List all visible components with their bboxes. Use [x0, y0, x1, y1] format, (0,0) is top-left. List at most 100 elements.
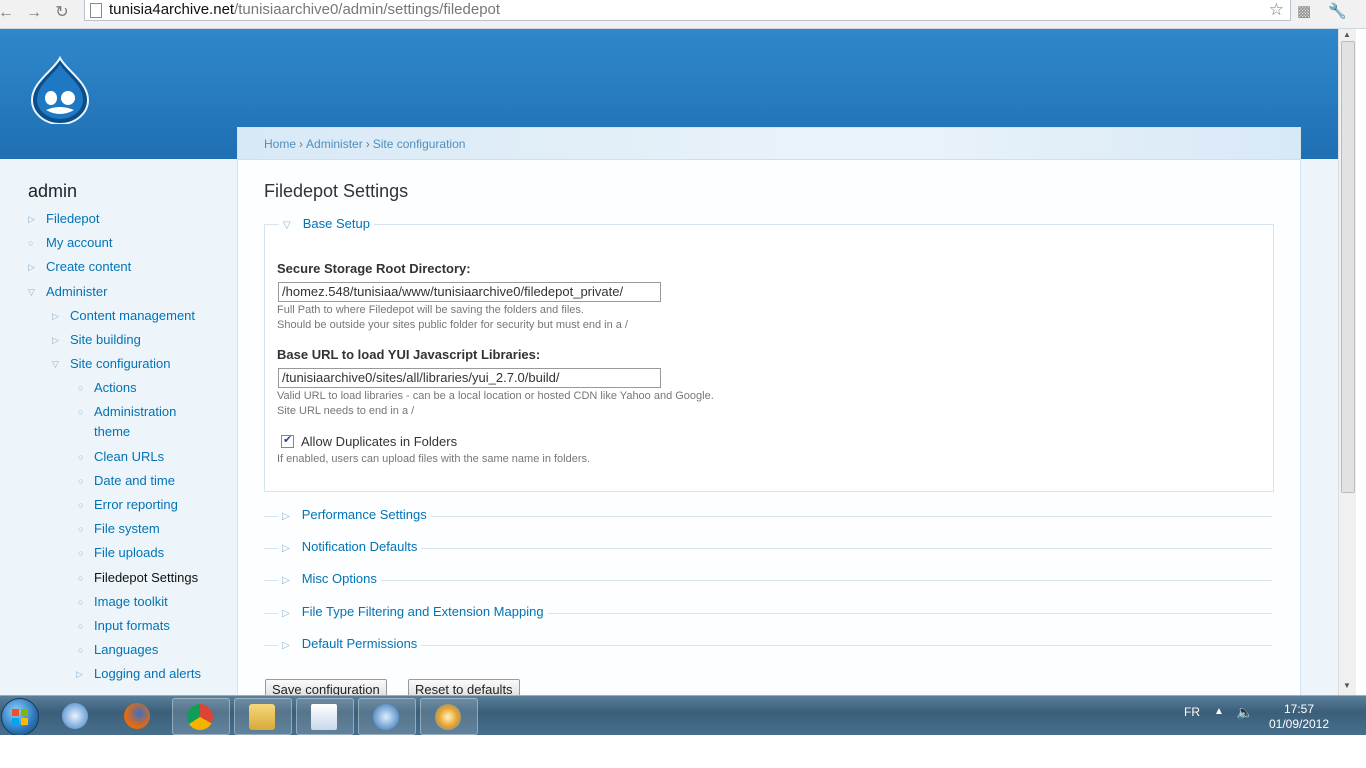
bookmark-star-icon[interactable]: ☆ — [1269, 0, 1284, 20]
leaf-bullet-icon: ○ — [78, 452, 84, 462]
sidebar-item-clean-urls[interactable]: ○ Clean URLs — [76, 447, 164, 467]
start-button[interactable] — [1, 698, 39, 736]
expanded-arrow-icon: ▽ — [283, 220, 291, 231]
sidebar-item-file-system[interactable]: ○ File system — [76, 519, 160, 539]
sidebar-item-administer[interactable]: ▽ Administer — [28, 282, 107, 302]
yui-url-input[interactable]: /tunisiaarchive0/sites/all/libraries/yui… — [278, 368, 661, 388]
clock-date: 01/09/2012 — [1268, 717, 1330, 731]
back-icon[interactable]: ← — [0, 2, 16, 24]
breadcrumb: Home › Administer › Site configuration — [264, 137, 465, 151]
taskbar-document-app[interactable] — [296, 698, 354, 735]
scroll-up-arrow-icon[interactable]: ▲ — [1343, 30, 1351, 39]
page-stats-icon[interactable]: ▩ — [1297, 2, 1311, 20]
taskbar-paint[interactable] — [420, 698, 478, 735]
sidebar-item-label: File uploads — [94, 545, 165, 560]
sidebar: admin ▷ Filedepot ○ My account ▷ Create con… — [0, 159, 237, 695]
sidebar-item-my-account[interactable]: ○ My account — [28, 233, 112, 253]
breadcrumb-site-configuration[interactable]: Site configuration — [373, 137, 466, 151]
breadcrumb-administer[interactable]: Administer — [306, 137, 363, 151]
allow-duplicates-label[interactable]: Allow Duplicates in Folders — [301, 434, 457, 449]
sidebar-item-site-configuration[interactable]: ▽ Site configuration — [52, 354, 170, 374]
sidebar-item-date-and-time[interactable]: ○ Date and time — [76, 471, 175, 491]
show-hidden-icons-icon[interactable]: ▲ — [1214, 706, 1224, 717]
sidebar-item-file-uploads[interactable]: ○ File uploads — [76, 543, 164, 563]
collapsed-arrow-icon: ▷ — [28, 262, 35, 272]
browser-toolbar: ← → ↻ tunisia4archive.net/tunisiaarchive… — [0, 0, 1366, 29]
taskbar-safari[interactable] — [48, 698, 104, 733]
sidebar-item-filedepot[interactable]: ▷ Filedepot — [28, 209, 99, 229]
yui-url-description: Valid URL to load libraries - can be a l… — [277, 389, 714, 419]
collapsed-arrow-icon: ▷ — [282, 575, 290, 586]
sidebar-item-label: Site building — [70, 332, 141, 347]
chat-bubble-icon — [373, 704, 399, 730]
taskbar-messenger[interactable] — [358, 698, 416, 735]
save-configuration-button[interactable]: Save configuration — [265, 679, 387, 695]
collapsed-arrow-icon: ▷ — [52, 335, 59, 345]
reset-to-defaults-button[interactable]: Reset to defaults — [408, 679, 520, 695]
legend-label: Performance Settings — [301, 507, 427, 522]
desktop-blank-area — [0, 735, 1366, 768]
sidebar-item-label: File system — [94, 521, 160, 536]
fieldset-legend-notification-defaults[interactable]: ▷ Notification Defaults — [278, 539, 422, 554]
allow-duplicates-description: If enabled, users can upload files with … — [277, 453, 591, 465]
sidebar-item-error-reporting[interactable]: ○ Error reporting — [76, 495, 178, 515]
address-bar[interactable]: tunisia4archive.net/tunisiaarchive0/admi… — [84, 0, 1291, 21]
leaf-bullet-icon: ○ — [78, 383, 84, 393]
breadcrumb-separator: › — [365, 137, 370, 151]
leaf-bullet-icon: ○ — [78, 597, 84, 607]
description-line: Valid URL to load libraries - can be a l… — [277, 390, 714, 402]
drupal-logo[interactable] — [28, 56, 92, 124]
sidebar-item-label: Administration — [94, 404, 177, 419]
folder-icon — [249, 704, 275, 730]
fieldset-legend-base-setup[interactable]: ▽ Base Setup — [279, 216, 374, 231]
collapsed-arrow-icon: ▷ — [282, 511, 290, 522]
url-host: tunisia4archive.net — [109, 1, 235, 18]
leaf-bullet-icon: ○ — [78, 645, 84, 655]
fieldset-legend-default-permissions[interactable]: ▷ Default Permissions — [278, 636, 422, 651]
sidebar-item-label: Clean URLs — [94, 449, 165, 464]
sidebar-item-image-toolkit[interactable]: ○ Image toolkit — [76, 592, 168, 612]
window-edge — [1356, 29, 1366, 695]
checkmark-icon: ✔ — [283, 434, 293, 446]
breadcrumb-separator: › — [299, 137, 304, 151]
wrench-icon[interactable]: 🔧 — [1328, 2, 1347, 20]
sidebar-item-actions[interactable]: ○ Actions — [76, 378, 137, 398]
storage-root-input[interactable]: /homez.548/tunisiaa/www/tunisiaarchive0/… — [278, 282, 661, 302]
firefox-icon — [124, 703, 150, 729]
forward-icon[interactable]: → — [24, 2, 44, 24]
page-viewport: admin ▷ Filedepot ○ My account ▷ Create con… — [0, 29, 1338, 695]
windows-taskbar: FR ▲ 🔈 17:57 01/09/2012 — [0, 695, 1366, 736]
sidebar-item-label: Site configuration — [70, 356, 171, 371]
sidebar-item-label: Filedepot — [46, 211, 100, 226]
vertical-scrollbar[interactable]: ▲ ▼ — [1338, 29, 1356, 695]
leaf-bullet-icon: ○ — [78, 621, 84, 631]
fieldset-notification-defaults: ▷ Notification Defaults — [264, 539, 1272, 554]
fieldset-legend-file-type-filtering[interactable]: ▷ File Type Filtering and Extension Mappi… — [278, 604, 548, 619]
legend-label: Base Setup — [302, 216, 370, 231]
sidebar-item-site-building[interactable]: ▷ Site building — [52, 330, 141, 350]
volume-icon[interactable]: 🔈 — [1236, 704, 1253, 721]
fieldset-legend-performance-settings[interactable]: ▷ Performance Settings — [278, 507, 431, 522]
taskbar-firefox[interactable] — [110, 698, 166, 733]
language-indicator[interactable]: FR — [1184, 705, 1200, 719]
sidebar-item-logging-and-alerts[interactable]: ▷ Logging and alerts — [76, 664, 201, 684]
scrollbar-thumb[interactable] — [1341, 41, 1355, 493]
windows-logo-icon — [12, 709, 28, 725]
fieldset-legend-misc-options[interactable]: ▷ Misc Options — [278, 571, 381, 586]
taskbar-clock[interactable]: 17:57 01/09/2012 — [1262, 702, 1336, 732]
sidebar-item-create-content[interactable]: ▷ Create content — [28, 257, 131, 277]
reload-icon[interactable]: ↻ — [52, 2, 72, 24]
legend-label: Misc Options — [301, 571, 377, 586]
sidebar-item-administration-theme[interactable]: ○ Administration theme — [76, 402, 176, 442]
fieldset-base-setup: ▽ Base Setup Secure Storage Root Director… — [264, 216, 1274, 492]
sidebar-item-input-formats[interactable]: ○ Input formats — [76, 616, 170, 636]
allow-duplicates-checkbox[interactable]: ✔ — [281, 434, 294, 448]
sidebar-item-content-management[interactable]: ▷ Content management — [52, 306, 195, 326]
sidebar-item-filedepot-settings[interactable]: ○ Filedepot Settings — [76, 568, 198, 588]
breadcrumb-home[interactable]: Home — [264, 137, 296, 151]
leaf-bullet-icon: ○ — [78, 407, 84, 417]
taskbar-chrome[interactable] — [172, 698, 230, 735]
scroll-down-arrow-icon[interactable]: ▼ — [1343, 681, 1351, 690]
taskbar-explorer[interactable] — [234, 698, 292, 735]
sidebar-item-languages[interactable]: ○ Languages — [76, 640, 158, 660]
